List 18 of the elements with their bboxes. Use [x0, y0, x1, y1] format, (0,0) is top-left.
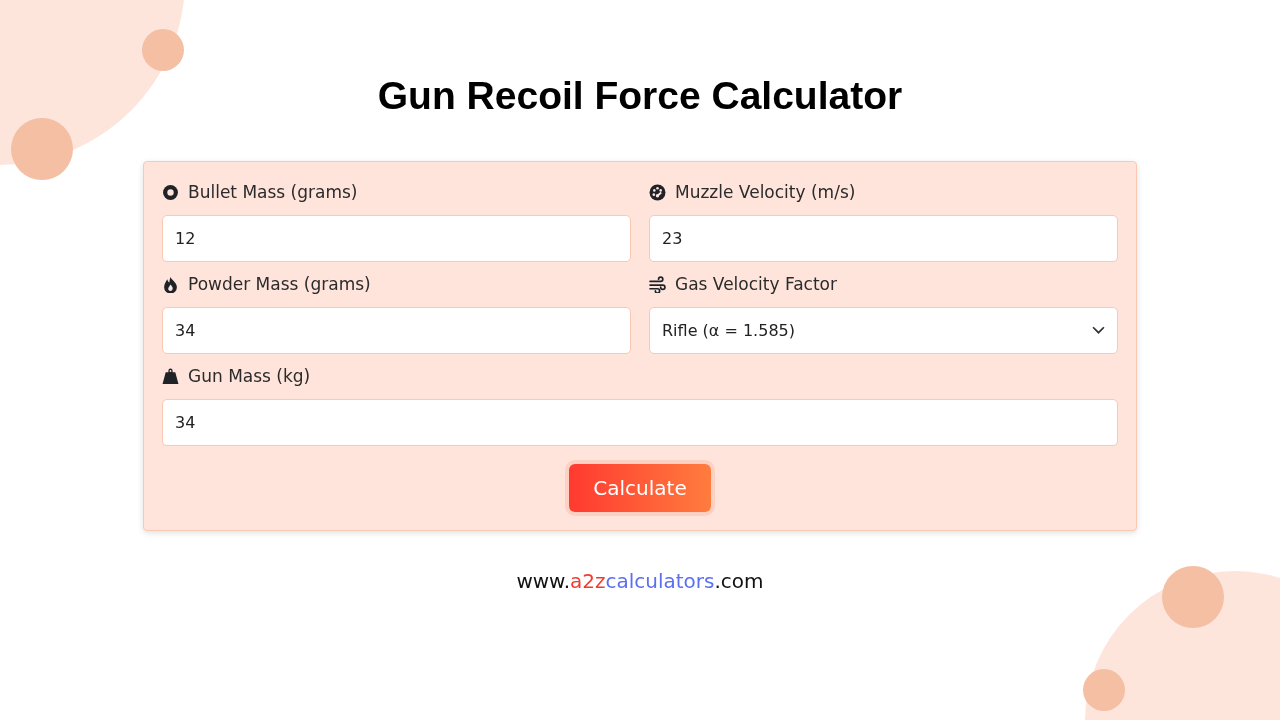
wind-icon [649, 275, 666, 293]
weight-icon [162, 367, 179, 385]
dropdown[interactable]: Rifle (α = 1.585) [649, 307, 1118, 354]
input-field[interactable]: 34 [162, 399, 1118, 446]
website-url: www.a2zcalculators.com [516, 569, 764, 593]
field-label: Muzzle Velocity (m/s) [675, 182, 856, 202]
bullet-ring-icon [162, 183, 179, 201]
field-label: Powder Mass (grams) [188, 274, 371, 294]
flame-icon [162, 275, 179, 293]
chevron-down-icon [1092, 326, 1105, 335]
page-title: Gun Recoil Force Calculator [377, 73, 903, 119]
input-field[interactable]: 23 [649, 215, 1118, 262]
gauge-icon [649, 183, 666, 201]
input-field[interactable]: 12 [162, 215, 631, 262]
input-field[interactable]: 34 [162, 307, 631, 354]
field-label: Bullet Mass (grams) [188, 182, 358, 202]
field-label: Gun Mass (kg) [188, 366, 311, 386]
field-label: Gas Velocity Factor [675, 274, 837, 294]
